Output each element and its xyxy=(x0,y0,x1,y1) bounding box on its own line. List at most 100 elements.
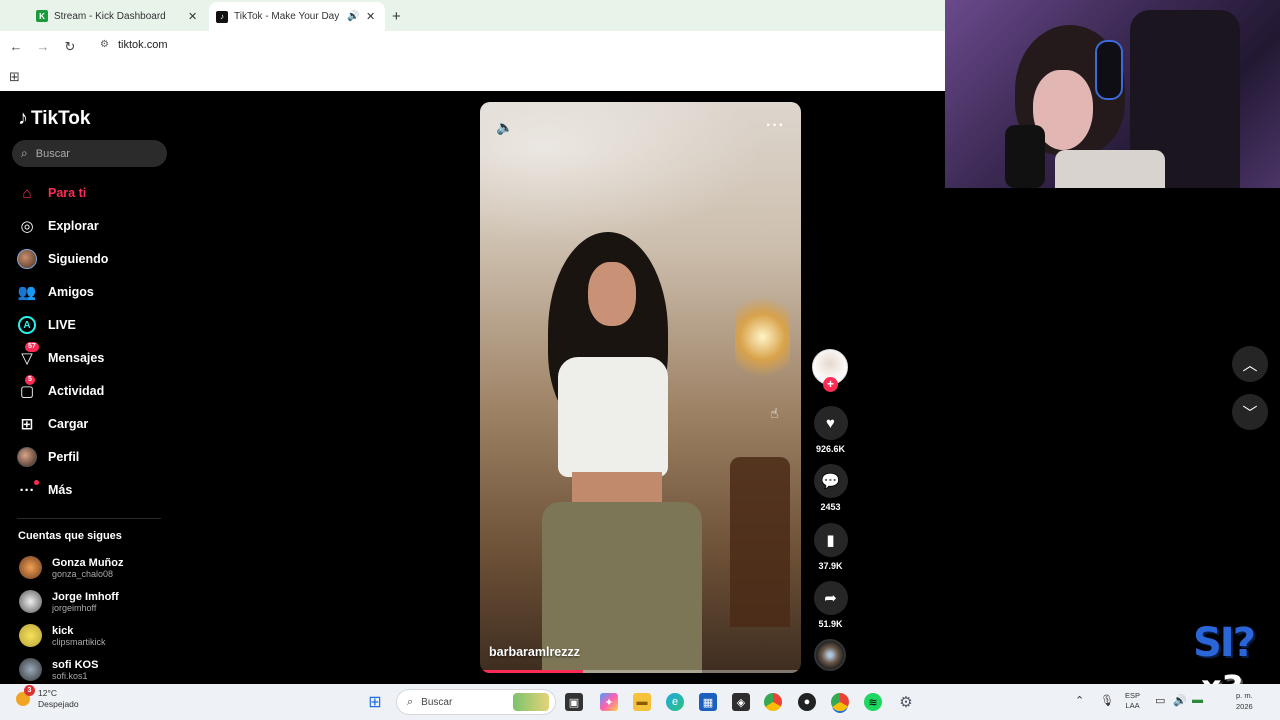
comment-button[interactable]: 💬 2453 xyxy=(813,464,848,512)
video-chair xyxy=(730,457,790,627)
url-bar[interactable]: ⚙ tiktok.com xyxy=(100,39,168,51)
browser-chrome: K Stream - Kick Dashboard ✕ ♪ TikTok - M… xyxy=(0,0,945,91)
next-video-button[interactable]: ﹀ xyxy=(1232,394,1268,430)
copilot-icon[interactable]: ✦ xyxy=(600,693,618,711)
chrome-icon[interactable] xyxy=(764,693,782,711)
video-person-face xyxy=(588,262,636,326)
nav-actividad[interactable]: ▢ 5 Actividad xyxy=(17,375,104,402)
sidebar-divider xyxy=(17,518,161,519)
nav-mensajes[interactable]: ▽ 57 Mensajes xyxy=(17,342,104,369)
network-icon[interactable]: ▭ xyxy=(1155,694,1165,707)
tab-title: Stream - Kick Dashboard xyxy=(54,10,166,22)
video-progress-bar[interactable] xyxy=(480,670,801,673)
nav-live[interactable]: A LIVE xyxy=(17,314,76,336)
like-button[interactable]: ♥ 926.6K xyxy=(813,406,848,454)
account-handle: clipsmartikick xyxy=(52,636,106,647)
weather-condition: Despejado xyxy=(38,699,79,709)
nav-mas[interactable]: ··· Más xyxy=(17,479,72,501)
forward-icon[interactable]: → xyxy=(35,39,51,55)
windows-start-icon[interactable]: ⊞ xyxy=(366,693,384,711)
tiktok-favicon-icon: ♪ xyxy=(216,10,228,23)
nav-explorar[interactable]: ◎ Explorar xyxy=(17,215,99,237)
nav-amigos[interactable]: 👥 Amigos xyxy=(17,281,94,303)
search-box[interactable]: ⌕ xyxy=(12,140,167,167)
live-icon: A xyxy=(17,315,37,335)
app-box-icon[interactable]: ◈ xyxy=(732,693,750,711)
clock-time: p. m. xyxy=(1236,691,1253,700)
tiktok-note-icon: ♪ xyxy=(18,107,28,129)
bookmarks-bar: ⊞ xyxy=(0,63,945,91)
tiktok-logo[interactable]: ♪ TikTok xyxy=(18,107,90,130)
language-line: ESP xyxy=(1125,691,1141,700)
tab-tiktok[interactable]: ♪ TikTok - Make Your Day 🔊 ✕ xyxy=(209,2,385,31)
music-disc-icon[interactable] xyxy=(814,639,846,671)
save-button[interactable]: ▮ 37.9K xyxy=(813,523,848,571)
site-info-icon[interactable]: ⚙ xyxy=(100,39,112,51)
tray-chevron-up-icon[interactable]: ⌃ xyxy=(1075,694,1084,707)
settings-gear-icon[interactable]: ⚙ xyxy=(897,693,915,711)
following-account[interactable]: kick clipsmartikick xyxy=(19,624,106,647)
nav-siguiendo[interactable]: Siguiendo xyxy=(17,248,108,270)
battery-icon[interactable]: ▬ xyxy=(1192,694,1203,706)
account-avatar xyxy=(19,624,42,647)
profile-avatar-icon xyxy=(17,447,37,467)
chrome-active-icon[interactable] xyxy=(831,693,849,711)
comment-icon: 💬 xyxy=(813,464,848,498)
compass-icon: ◎ xyxy=(20,218,34,235)
headset xyxy=(1095,40,1123,100)
edge-icon[interactable]: e xyxy=(666,693,684,711)
store-icon[interactable]: ▦ xyxy=(699,693,717,711)
taskbar-search[interactable]: ⌕ Buscar xyxy=(396,689,556,715)
tab-close-icon[interactable]: ✕ xyxy=(366,10,375,23)
previous-video-button[interactable]: ︿ xyxy=(1232,346,1268,382)
tab-close-icon[interactable]: ✕ xyxy=(188,10,197,23)
nav-label: Siguiendo xyxy=(48,252,109,266)
following-avatar-icon xyxy=(17,249,37,269)
comment-count: 2453 xyxy=(820,502,841,512)
file-explorer-icon[interactable]: ▬ xyxy=(633,693,651,711)
friends-icon: 👥 xyxy=(17,284,37,301)
home-icon: ⌂ xyxy=(22,184,32,202)
weather-widget[interactable]: 3 12°C Despejado xyxy=(16,685,79,710)
following-section-title: Cuentas que sigues xyxy=(18,530,122,542)
mouse-cursor-icon: ☝ xyxy=(770,405,779,421)
clock-date: 2026 xyxy=(1236,702,1253,711)
video-progress-fill xyxy=(480,670,583,673)
windows-taskbar: 3 12°C Despejado ⊞ ⌕ Buscar ▣ ✦ ▬ e ▦ ◈ … xyxy=(0,684,1280,720)
video-more-options-icon[interactable]: ··· xyxy=(766,117,785,135)
volume-icon[interactable]: 🔊 xyxy=(1173,694,1187,707)
follow-plus-icon[interactable]: + xyxy=(823,377,838,392)
microphone xyxy=(1005,125,1045,188)
nav-label: Explorar xyxy=(48,219,99,233)
search-input[interactable] xyxy=(35,147,146,160)
obs-icon[interactable]: ● xyxy=(798,693,816,711)
video-chandelier xyxy=(735,287,790,387)
apps-grid-icon[interactable]: ⊞ xyxy=(9,69,20,85)
nav-perfil[interactable]: Perfil xyxy=(17,446,79,468)
video-player[interactable]: 🔈 ··· barbaramlrezzz xyxy=(480,102,801,673)
system-clock[interactable]: p. m. 2026 xyxy=(1236,690,1253,712)
tab-kick-dashboard[interactable]: K Stream - Kick Dashboard ✕ xyxy=(36,4,204,28)
nav-cargar[interactable]: ⊞ Cargar xyxy=(17,413,89,435)
volume-icon[interactable]: 🔈 xyxy=(496,119,513,136)
activity-icon: ▢ 5 xyxy=(19,375,35,400)
following-account[interactable]: Jorge Imhoff jorgeimhoff xyxy=(19,590,119,613)
following-account[interactable]: Gonza Muñoz gonza_chalo08 xyxy=(19,556,124,579)
task-view-icon[interactable]: ▣ xyxy=(565,693,583,711)
video-username[interactable]: barbaramlrezzz xyxy=(489,645,580,659)
nav-label: Perfil xyxy=(48,450,80,464)
following-account[interactable]: sofi KOS sofi.kos1 xyxy=(19,658,98,681)
nav-label: LIVE xyxy=(48,318,76,332)
back-icon[interactable]: ← xyxy=(8,39,24,55)
account-handle: sofi.kos1 xyxy=(52,670,88,681)
save-count: 37.9K xyxy=(818,561,843,571)
speaker-icon[interactable]: 🔊 xyxy=(347,11,359,22)
share-button[interactable]: ➦ 51.9K xyxy=(813,581,848,629)
reload-icon[interactable]: ↻ xyxy=(62,39,78,55)
messages-icon: ▽ 57 xyxy=(17,342,39,368)
language-indicator[interactable]: ESP LAA xyxy=(1125,691,1140,711)
spotify-icon[interactable]: ≋ xyxy=(864,693,882,711)
nav-para-ti[interactable]: ⌂ Para ti xyxy=(17,182,86,204)
new-tab-button[interactable]: + xyxy=(392,4,401,28)
microphone-icon[interactable]: 🎙 xyxy=(1100,694,1114,707)
